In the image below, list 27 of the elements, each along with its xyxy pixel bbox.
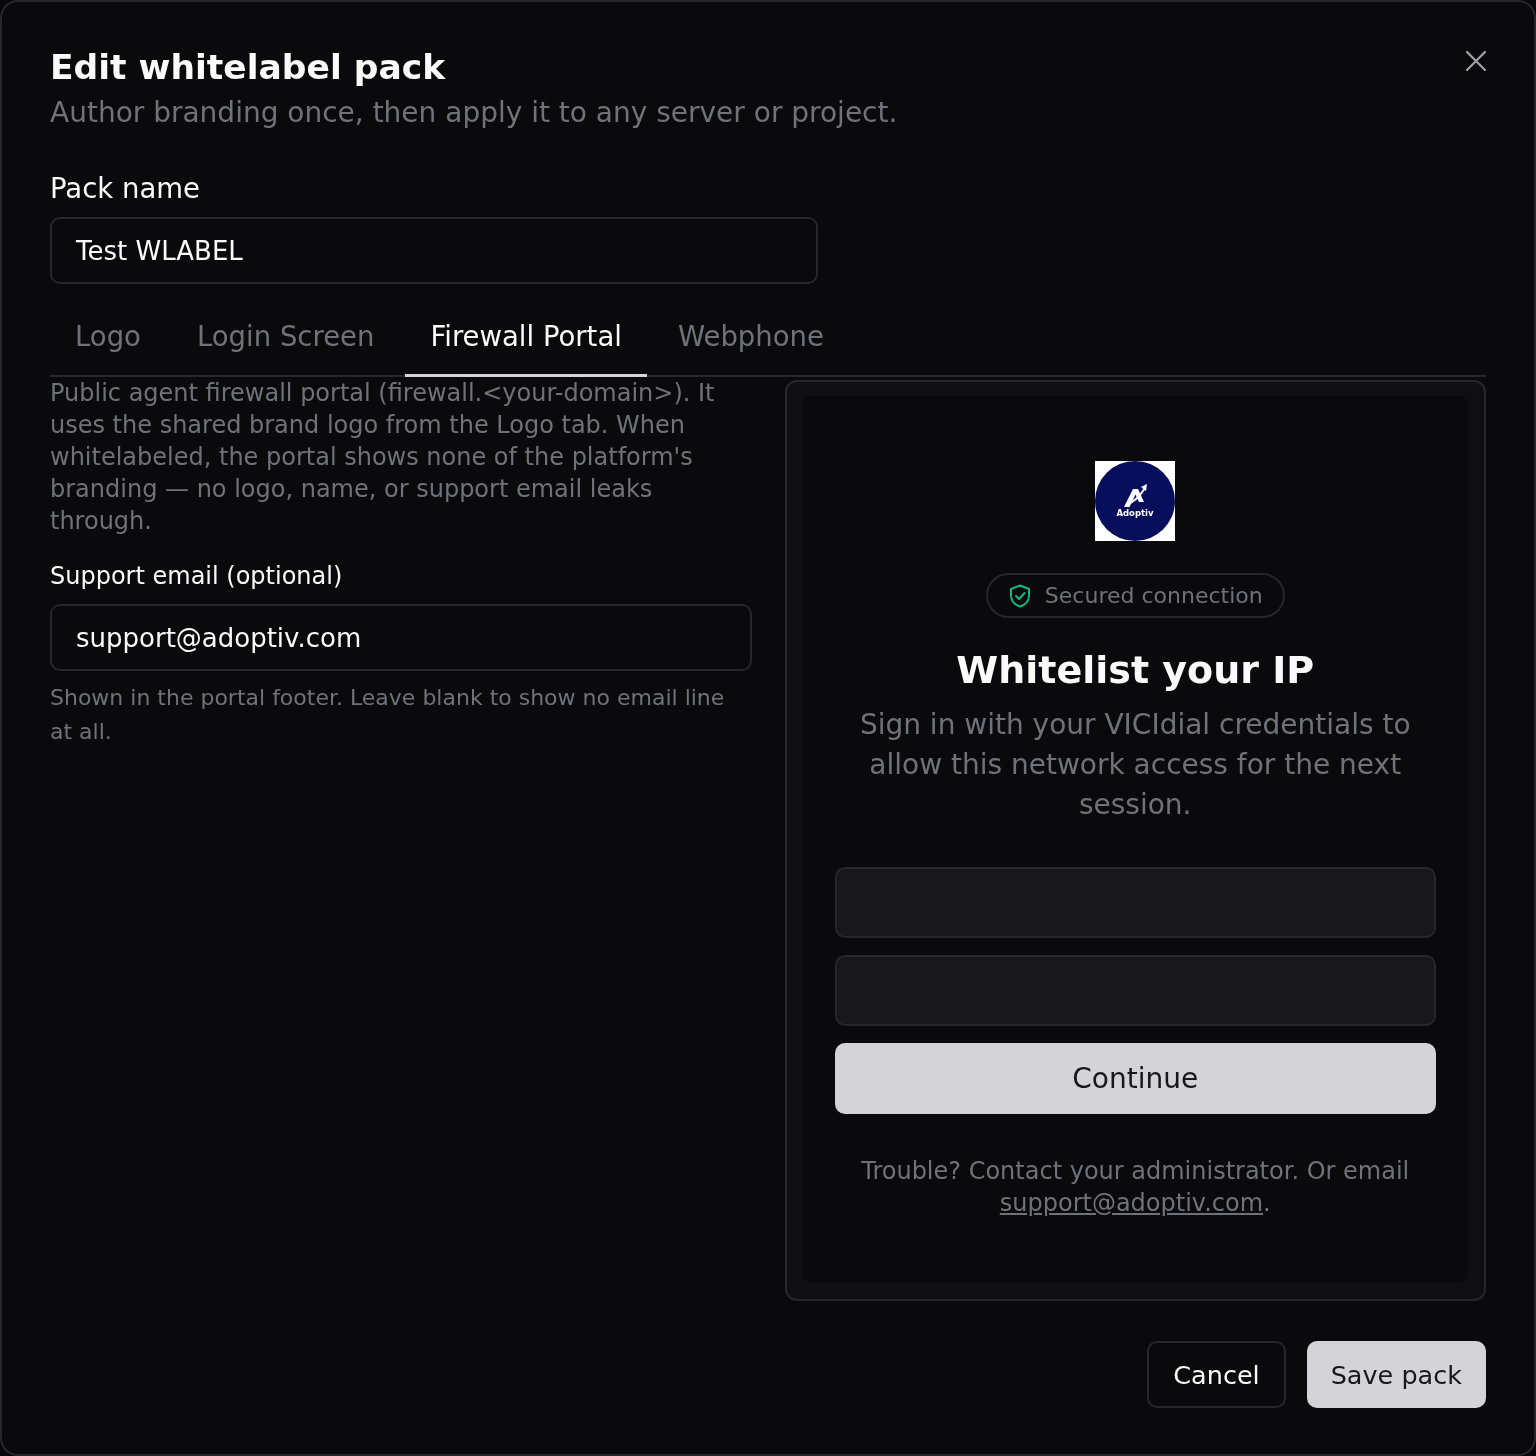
continue-button[interactable]: Continue	[834, 1043, 1436, 1114]
save-button[interactable]: Save pack	[1306, 1341, 1486, 1408]
support-email-link[interactable]: support@adoptiv.com	[999, 1189, 1264, 1217]
logo-wordmark: Adoptiv	[1116, 507, 1154, 518]
tab[interactable]: Firewall Portal	[405, 306, 647, 377]
cancel-button[interactable]: Cancel	[1147, 1341, 1286, 1408]
dialog-title: Edit whitelabel pack	[50, 46, 447, 89]
field-label: Support email (optional)	[50, 561, 344, 592]
tab[interactable]: Webphone	[652, 306, 849, 377]
support-email-field[interactable]: support@adoptiv.com	[50, 604, 752, 671]
pack-name-field[interactable]: Test WLABEL	[50, 217, 818, 284]
logo-mark-icon	[1124, 484, 1148, 507]
badge-label: Secured connection	[1044, 581, 1263, 610]
field-hint: Shown in the portal footer. Leave blank to show no email line at all.	[50, 684, 726, 746]
description-text: Public agent firewall portal (firewall.<your-domain>). It uses the shared brand logo from the Logo tab. When whitelabeled, the portal shows none of the platform's branding — no logo, name, or support email leaks through.	[50, 378, 716, 537]
close-button[interactable]	[1466, 51, 1486, 71]
tab[interactable]: Logo	[50, 306, 166, 377]
tab[interactable]: Login Screen	[171, 306, 400, 377]
portal-text: Sign in with your VICIdial credentials to allow this network access for the next session.	[858, 707, 1412, 823]
close-icon	[1466, 51, 1486, 71]
shield-check-icon	[1008, 583, 1031, 608]
input-field[interactable]	[834, 867, 1436, 938]
input-field[interactable]	[834, 955, 1436, 1026]
field-label: Pack name	[50, 171, 201, 206]
dialog-subtitle: Author branding once, then apply it to any server or project.	[50, 95, 898, 131]
footer-text: Trouble? Contact your administrator. Or email support@adoptiv.com.	[860, 1156, 1411, 1219]
portal-heading: Whitelist your IP	[956, 647, 1315, 694]
